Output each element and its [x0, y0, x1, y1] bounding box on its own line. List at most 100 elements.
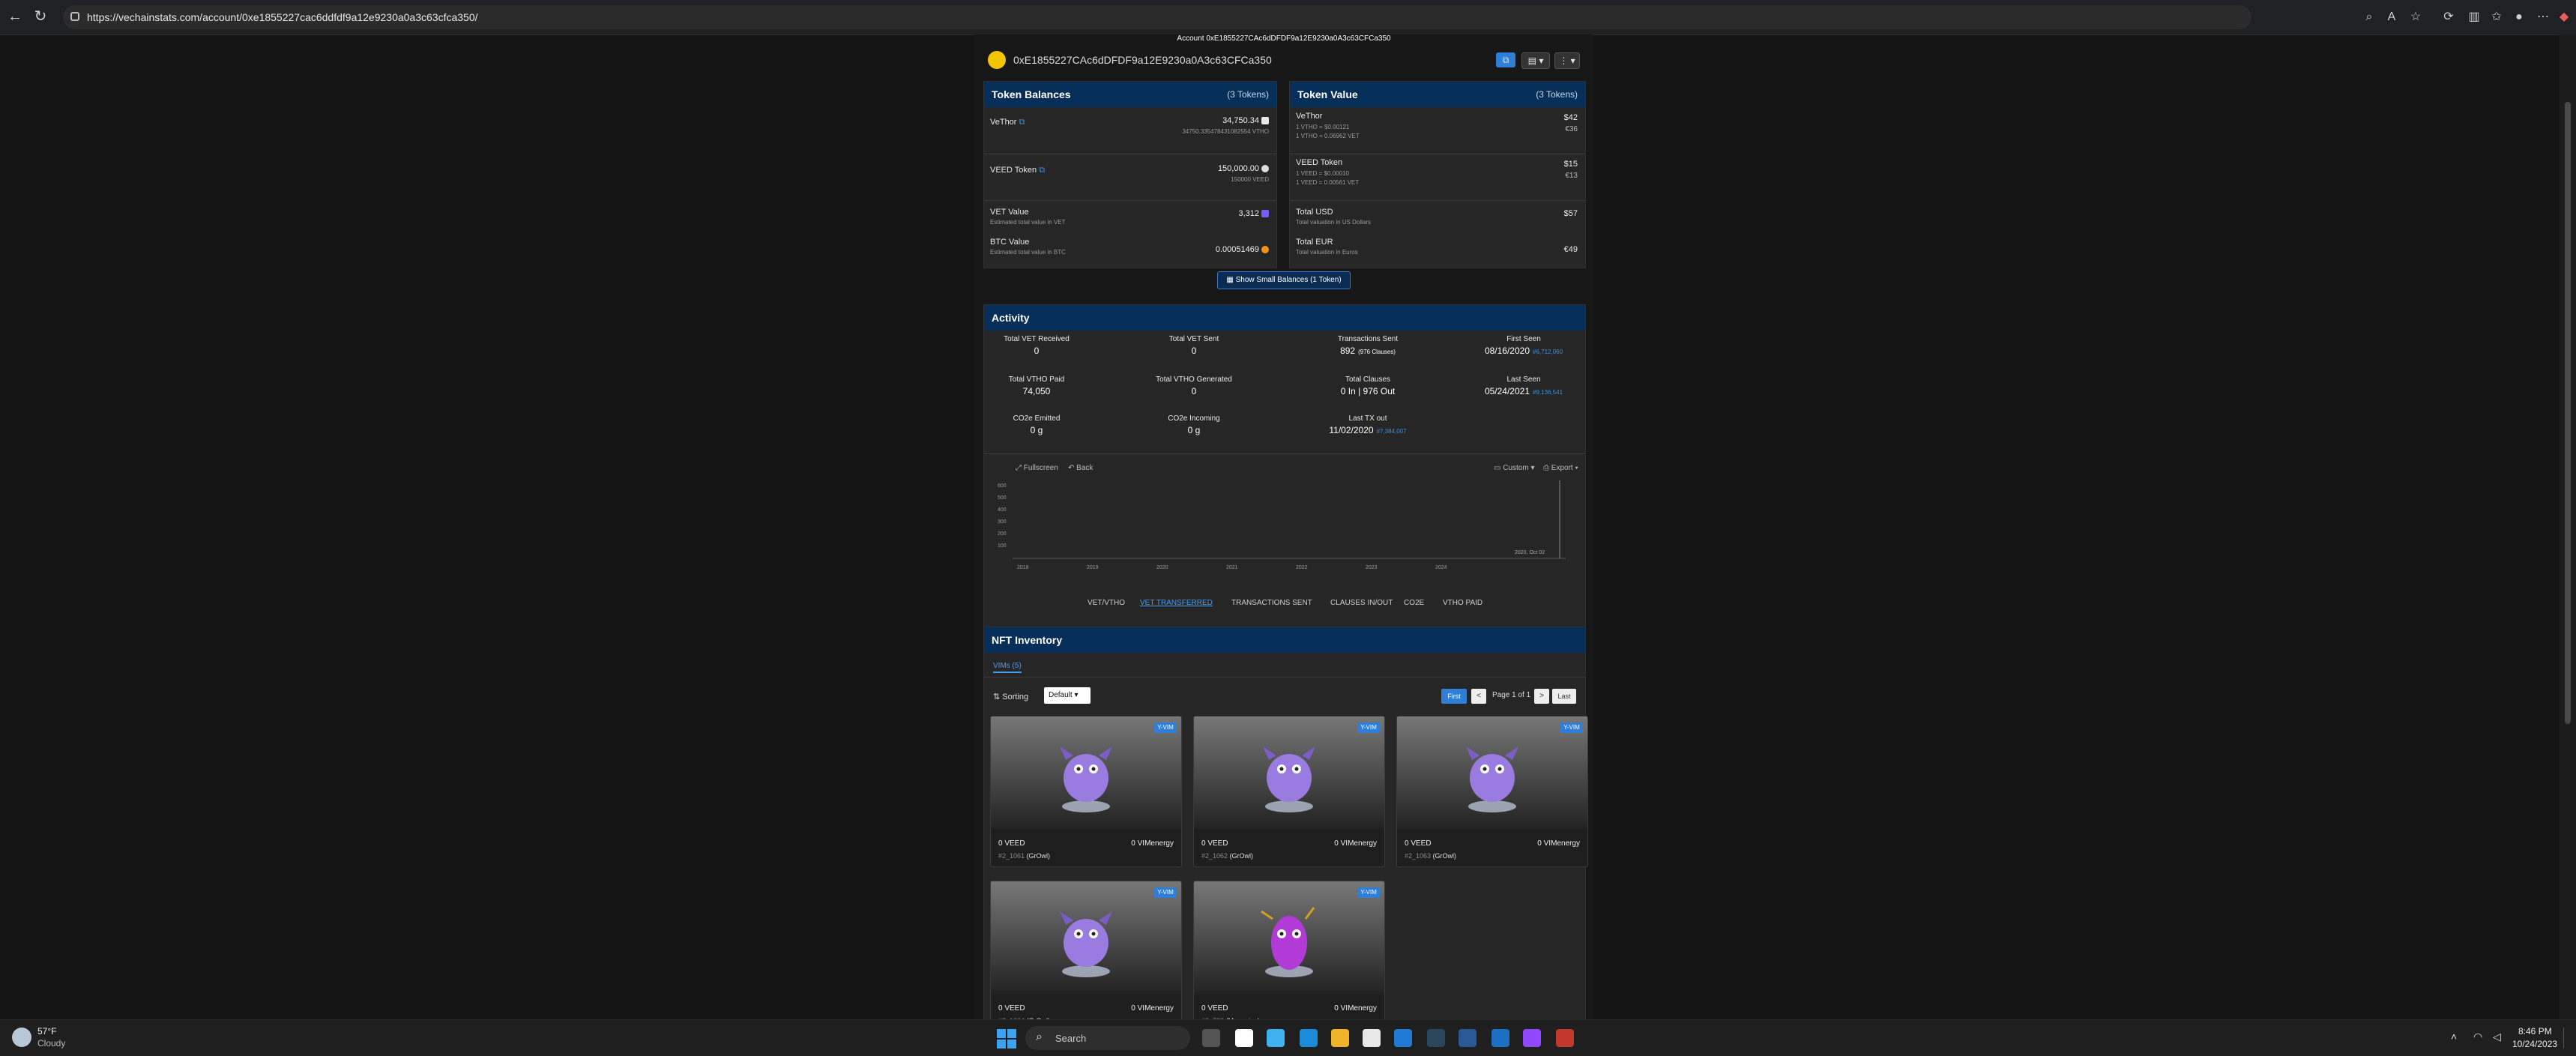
nft-image[interactable]	[1397, 716, 1587, 829]
zoom-icon[interactable]: ⌕	[2361, 9, 2377, 25]
prev-page-button[interactable]: <	[1471, 689, 1486, 704]
copilot-app-icon[interactable]	[1267, 1029, 1285, 1047]
vethor-label[interactable]: VeThor ⧉	[990, 118, 1025, 127]
nft-veed-amount: 0 VEED	[1201, 1004, 1228, 1013]
chart-tab[interactable]: TRANSACTIONS SENT	[1231, 599, 1312, 607]
chart-tab[interactable]: CO2E	[1404, 599, 1424, 607]
copilot-icon[interactable]: ◆	[2556, 9, 2572, 25]
nft-character-art	[1060, 746, 1112, 812]
nft-card[interactable]: Y-VIM 0 VEED 0 VIMenergy #2_1061 (GrOwl)	[990, 716, 1182, 867]
stat-extra[interactable]: #9,136,541	[1533, 389, 1563, 396]
activity-stat: Total VET Received 0	[974, 335, 1111, 356]
nft-image[interactable]	[991, 716, 1181, 829]
windows-start-icon[interactable]	[997, 1029, 1016, 1049]
profile-avatar-icon[interactable]: ●	[2511, 9, 2527, 25]
nft-card[interactable]: Y-VIM 0 VEED 0 VIMenergy #2_1063 (GrOwl)	[1396, 716, 1588, 867]
weather-icon[interactable]	[12, 1028, 31, 1047]
wifi-icon[interactable]: ◠	[2473, 1031, 2482, 1043]
token-value-count: (3 Tokens)	[1536, 89, 1578, 100]
chevron-up-icon[interactable]: ˄	[2451, 1031, 2457, 1043]
nft-id[interactable]: #2_1061 (GrOwl)	[998, 852, 1050, 860]
nft-card[interactable]: Y-VIM 0 VEED 0 VIMenergy #2_1062 (GrOwl)	[1193, 716, 1385, 867]
nft-veed-amount: 0 VEED	[998, 839, 1025, 848]
stat-value-text: 05/24/2021	[1484, 386, 1530, 396]
first-page-button[interactable]: First	[1441, 689, 1467, 704]
vims-tab[interactable]: VIMs (5)	[993, 662, 1022, 673]
app-red-icon[interactable]	[1556, 1029, 1574, 1047]
read-aloud-icon[interactable]: A	[2383, 9, 2400, 25]
vethor-balance-row: VeThor ⧉ 34,750.34 34750.335478431082554…	[984, 107, 1276, 154]
store-icon[interactable]	[1363, 1029, 1381, 1047]
scrollbar-thumb[interactable]	[2565, 102, 2571, 724]
export-dropdown[interactable]: ⎙ Export ▾	[1543, 464, 1578, 472]
stat-extra[interactable]: #7,384,007	[1377, 428, 1407, 435]
x-tick-label: 2024	[1435, 565, 1447, 570]
sort-select[interactable]: Default ▾	[1044, 687, 1091, 704]
show-small-balances-button[interactable]: ▦ Show Small Balances (1 Token)	[1217, 271, 1351, 289]
twitch-icon[interactable]	[1523, 1029, 1541, 1047]
task-view-icon[interactable]	[1202, 1029, 1220, 1047]
veed-rate-vet: 1 VEED = 0.00561 VET	[1296, 179, 1360, 186]
stat-value-text: 0	[1034, 346, 1040, 356]
estimated-values: VET Value Estimated total value in VET 3…	[984, 200, 1276, 268]
refresh-extension-icon[interactable]: ⟳	[2440, 9, 2457, 25]
show-desktop-button[interactable]	[2563, 1028, 2572, 1049]
nft-card[interactable]: Y-VIM0 VEED0 VIMenergy#2_1064 (GrOwl)	[990, 881, 1182, 1019]
stat-value: 05/24/2021 #9,136,541	[1449, 386, 1593, 396]
back-button[interactable]: ↶ Back	[1068, 464, 1093, 472]
taskbar-search[interactable]: ⌕ Search	[1025, 1026, 1190, 1050]
account-header: 0xE1855227CAc6dDFDF9a12E9230a0A3c63CFCa3…	[983, 43, 1586, 75]
last-page-button[interactable]: Last	[1552, 689, 1576, 704]
chart-tab[interactable]: VTHO PAID	[1443, 599, 1482, 607]
list-icon: ▦	[1226, 276, 1234, 284]
back-icon[interactable]: ←	[4, 6, 25, 27]
more-menu-button[interactable]: ⋮ ▾	[1554, 52, 1580, 69]
nft-image[interactable]	[991, 881, 1181, 994]
nft-id[interactable]: #2_1063 (GrOwl)	[1405, 852, 1456, 860]
copy-button[interactable]: ⧉	[1496, 52, 1515, 67]
fullscreen-button[interactable]: ⤢ Fullscreen	[1016, 464, 1058, 472]
next-page-button[interactable]: >	[1534, 689, 1549, 704]
word-icon[interactable]	[1459, 1029, 1476, 1047]
view-menu-button[interactable]: ▤ ▾	[1521, 52, 1550, 69]
file-explorer-icon[interactable]	[1331, 1029, 1349, 1047]
veed-balance-row: VEED Token ⧉ 150,000.00 150000 VEED	[984, 154, 1276, 201]
url-text[interactable]: https://vechainstats.com/account/0xe1855…	[87, 5, 478, 29]
y-tick-label: 100	[998, 543, 1007, 549]
activity-chart[interactable]: 600 500 400 300 200 100 2020, Oct 02 2018 2019 20…	[996, 477, 1573, 575]
custom-range-dropdown[interactable]: ▭ Custom ▾	[1494, 464, 1535, 472]
nft-image[interactable]	[1194, 716, 1384, 829]
app-icon[interactable]	[1235, 1029, 1253, 1047]
total-eur-label: Total EUR	[1296, 238, 1333, 247]
chart-tab[interactable]: VET TRANSFERRED	[1140, 599, 1213, 607]
activity-stat: First Seen 08/16/2020 #6,712,060	[1449, 335, 1593, 356]
edge-icon[interactable]	[1300, 1029, 1318, 1047]
volume-icon[interactable]: ◁	[2493, 1031, 2501, 1043]
clock-date[interactable]: 10/24/2023	[2512, 1039, 2557, 1049]
clock-time[interactable]: 8:46 PM	[2518, 1026, 2552, 1037]
more-menu-icon[interactable]: ⋯	[2535, 9, 2551, 25]
nft-vim-energy: 0 VIMenergy	[1334, 1004, 1377, 1013]
refresh-icon[interactable]: ↻	[30, 6, 51, 27]
chart-tab[interactable]: VET/VTHO	[1088, 599, 1125, 607]
search-label: Search	[1055, 1033, 1087, 1044]
token-balances-panel: Token Balances (3 Tokens) VeThor ⧉ 34,75…	[983, 81, 1277, 268]
total-eur-value: €49	[1563, 245, 1578, 254]
nft-id[interactable]: #2_1062 (GrOwl)	[1201, 852, 1253, 860]
stat-extra[interactable]: #6,712,060	[1533, 349, 1563, 355]
photos-icon[interactable]	[1491, 1029, 1509, 1047]
nft-image[interactable]	[1194, 881, 1384, 994]
address-bar[interactable]: https://vechainstats.com/account/0xe1855…	[63, 5, 2251, 29]
chart-tab[interactable]: CLAUSES IN/OUT	[1330, 599, 1393, 607]
mail-icon[interactable]	[1394, 1029, 1412, 1047]
veed-label[interactable]: VEED Token ⧉	[990, 166, 1045, 175]
btc-value: 0.00051469	[1216, 245, 1269, 254]
page-scrollbar[interactable]	[2560, 34, 2576, 1019]
nft-card[interactable]: Y-VIM0 VEED0 VIMenergy#3_739 (Magenica)	[1193, 881, 1385, 1019]
link-icon: ⧉	[1039, 166, 1046, 175]
favorites-icon[interactable]: ✩	[2488, 9, 2505, 25]
split-screen-icon[interactable]: ▥	[2466, 9, 2482, 25]
steam-icon[interactable]	[1427, 1029, 1445, 1047]
favorite-star-icon[interactable]: ☆	[2407, 9, 2424, 25]
nft-veed-amount: 0 VEED	[1405, 839, 1432, 848]
